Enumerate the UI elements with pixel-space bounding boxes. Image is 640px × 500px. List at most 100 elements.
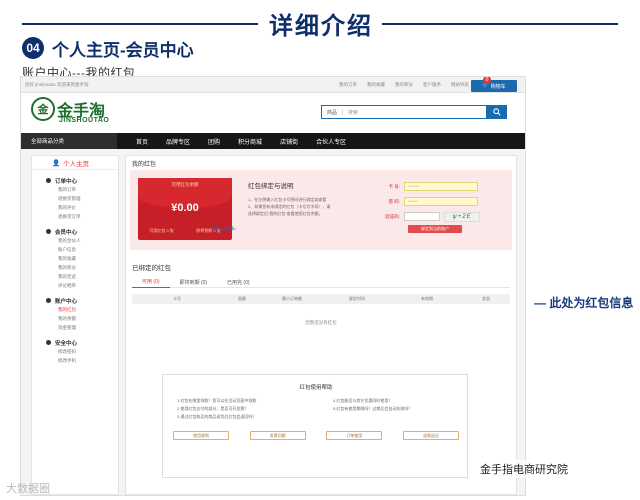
sidebar-group-orders: 订单中心 我的订单 退换货管理 我的评价 退换货订单 (32, 176, 118, 221)
topbar-link-points[interactable]: 我的积分 (395, 82, 413, 88)
sidebar-group-title: 安全中心 (32, 338, 118, 347)
title-divider-right (382, 23, 618, 25)
sidebar-item[interactable]: 修改密码 (32, 347, 118, 356)
redpacket-tabs: 可用 (0) 即将到期 (0) 已用完 (0) (132, 276, 510, 288)
sidebar-item[interactable]: 我的订单 (32, 185, 118, 194)
cart-button[interactable]: 0 🛒 购物车 (471, 77, 517, 92)
topbar-link-service[interactable]: 客户服务 (423, 82, 441, 88)
password-field[interactable]: ****** (404, 197, 478, 206)
sidebar-home-label: 个人主页 (63, 160, 90, 168)
search-button[interactable] (487, 105, 507, 119)
sidebar-group-title: 会员中心 (32, 227, 118, 236)
redpacket-help: 红包使用帮助 1.红包在哪里领取？您可以在活动页面中领取 2.使用红包支付的部分… (162, 374, 468, 478)
col-min-order: 最小订单额 (282, 296, 302, 301)
sidebar-item[interactable]: 我的收藏 (32, 254, 118, 263)
help-line: 3.通过红包购买的商品退货后红包会返回吗？ (177, 414, 257, 419)
sidebar-item[interactable]: 退换货订单 (32, 212, 118, 221)
sidebar-item-my-redpacket[interactable]: 我的红包 (32, 305, 118, 314)
help-button-order[interactable]: 订单使用 (326, 431, 383, 440)
website-screenshot: 您好 jinshoutao 欢迎来到金手淘 我的订单 我的收藏 我的积分 客户服… (20, 76, 526, 496)
tab-used[interactable]: 已用完 (0) (217, 276, 260, 288)
rules-line: 2、如果您有未绑定的红包（卡号为字母），请 (248, 204, 331, 209)
content-area: 👤 个人主页 订单中心 我的订单 退换货管理 我的评价 退换货订单 会员中心 我… (21, 149, 525, 495)
col-card-number: 卡号 (173, 296, 181, 301)
nav-item-home[interactable]: 首页 (127, 137, 157, 146)
nav-item-partners[interactable]: 合伙人专区 (307, 137, 355, 146)
topbar-link-sitemap[interactable]: 网站导航 (451, 82, 469, 88)
section-number-badge: 04 (22, 37, 44, 59)
password-row: 密 码: ****** (376, 195, 506, 208)
col-validity: 有效期 (421, 296, 433, 301)
nav-item-points-mall[interactable]: 积分商城 (229, 137, 271, 146)
captcha-image[interactable]: ѱ+2E (444, 211, 480, 222)
card-number-label: 卡 号: (388, 183, 400, 189)
sidebar-item-home[interactable]: 👤 个人主页 (32, 156, 118, 170)
redpacket-balance-amount: ¥0.00 (171, 202, 199, 214)
empty-state-message: 您暂还没有红包 (305, 320, 337, 325)
nav-item-groupbuy[interactable]: 团购 (199, 137, 229, 146)
bind-redpacket-form: 卡 号: ******* 密 码: ****** 验证码: ѱ+2E 绑定到当前… (376, 180, 506, 233)
sidebar-group-account: 账户中心 我的红包 我的余额 资金管理 (32, 296, 118, 332)
sidebar-item[interactable]: 我的足迹 (32, 272, 118, 281)
nav-item-shops[interactable]: 店铺街 (271, 137, 307, 146)
col-bind-time: 绑定时间 (349, 296, 365, 301)
topbar-link-favorites[interactable]: 我的收藏 (367, 82, 385, 88)
sidebar-group-security: 安全中心 修改密码 修改手机 (32, 338, 118, 365)
help-button-rules[interactable]: 使用规则 (173, 431, 229, 440)
rules-line: 1、在左侧输入红包卡号密码进行绑定或查看 (248, 197, 327, 202)
redpacket-balance-label: 可用红包余额 (171, 182, 199, 187)
redpacket-panel: 我的红包 可用红包余额 ¥0.00 可用红包 0 张 即将到期 0 张 红包绑定… (125, 155, 517, 495)
help-column-left: 1.红包在哪里领取？您可以在活动页面中领取 2.使用红包支付的部分，是否可开发票… (177, 397, 256, 421)
bullet-icon (46, 178, 51, 183)
user-icon: 👤 (52, 159, 61, 167)
bind-account-button[interactable]: 绑定到当前账户 (408, 225, 462, 233)
sidebar-item[interactable]: 账户信息 (32, 245, 118, 254)
table-header: 卡号 面额 最小订单额 绑定时间 有效期 状态 (132, 294, 510, 304)
group-title-text: 账户中心 (55, 298, 78, 305)
watermark-left: 大数据圈 (6, 483, 50, 495)
sidebar-item[interactable]: 修改手机 (32, 356, 118, 365)
card-number-row: 卡 号: ******* (376, 180, 506, 193)
tab-available[interactable]: 可用 (0) (132, 276, 170, 288)
slide-title: 详细介绍 (269, 13, 373, 40)
bullet-icon (46, 340, 51, 345)
rules-title: 红包绑定与说明 (248, 183, 294, 190)
group-title-text: 会员中心 (55, 229, 78, 236)
search-icon (493, 108, 501, 116)
captcha-row: 验证码: ѱ+2E (376, 210, 506, 223)
welcome-text: 您好 jinshoutao 欢迎来到金手淘 (25, 82, 89, 87)
sidebar-item[interactable]: 我的余额 (32, 314, 118, 323)
sidebar-item[interactable]: 退换货管理 (32, 194, 118, 203)
slide-title-row: 详细介绍 (0, 4, 640, 40)
nav-all-categories[interactable]: 全部商品分类 (21, 133, 117, 149)
rules-detail-link[interactable]: 了解红包详情> (210, 226, 236, 232)
rules-line: 选择绑定后“我的红包”查看使用红包余额。 (248, 211, 323, 216)
title-divider-left (22, 23, 258, 25)
annotation-callout: — 此处为红包信息 (534, 296, 634, 310)
tab-expiring[interactable]: 即将到期 (0) (170, 276, 218, 288)
sidebar-item[interactable]: 我的合伙人 (32, 236, 118, 245)
page-title: 我的红包 (132, 162, 157, 168)
help-button-refund[interactable]: 退款返还 (402, 431, 459, 440)
card-number-field[interactable]: ******* (404, 182, 478, 191)
member-sidebar: 👤 个人主页 订单中心 我的订单 退换货管理 我的评价 退换货订单 会员中心 我… (31, 155, 119, 495)
col-denomination: 面额 (238, 296, 246, 301)
redpacket-rules: 红包绑定与说明 1、在左侧输入红包卡号密码进行绑定或查看 2、如果您有未绑定的红… (248, 180, 368, 217)
captcha-field[interactable] (404, 212, 440, 221)
sidebar-item[interactable]: 资金管理 (32, 323, 118, 332)
sidebar-item[interactable]: 我的积分 (32, 263, 118, 272)
help-button-invoice[interactable]: 发票问题 (249, 431, 306, 440)
password-label: 密 码: (388, 198, 400, 204)
sidebar-item[interactable]: 评论晒单 (32, 281, 118, 290)
logo-icon[interactable]: 金 (31, 97, 55, 121)
search-input[interactable]: 商品 搜索 (321, 105, 487, 119)
site-topbar: 您好 jinshoutao 欢迎来到金手淘 我的订单 我的收藏 我的积分 客户服… (21, 77, 525, 93)
topbar-link-orders[interactable]: 我的订单 (339, 82, 357, 88)
sidebar-group-title: 订单中心 (32, 176, 118, 185)
search-category-select[interactable]: 商品 (322, 108, 344, 116)
cart-count-badge: 0 (483, 77, 491, 84)
help-title: 红包使用帮助 (299, 385, 333, 391)
cart-label: 购物车 (490, 83, 506, 90)
nav-item-brands[interactable]: 品牌专区 (157, 137, 199, 146)
sidebar-item[interactable]: 我的评价 (32, 203, 118, 212)
